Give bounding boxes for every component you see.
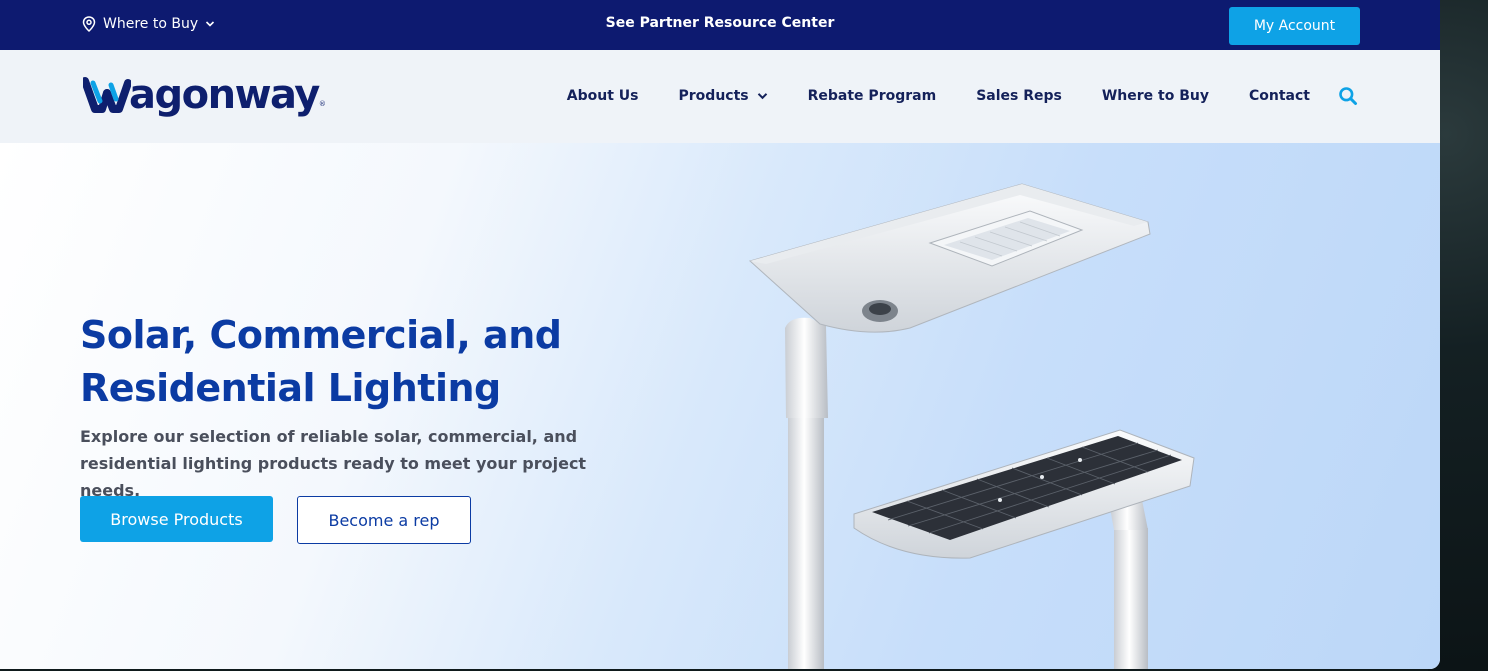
nav-item-about-us[interactable]: About Us xyxy=(567,88,639,104)
logo-w-mark xyxy=(83,77,131,113)
hero-title-line-2: Residential Lighting xyxy=(80,366,501,410)
nav-label: Rebate Program xyxy=(807,88,937,104)
become-a-rep-button[interactable]: Become a rep xyxy=(297,496,471,544)
logo-wordmark: agonway xyxy=(129,72,320,118)
main-header: agonway ® About Us Products Rebate Progr… xyxy=(0,50,1440,143)
hero-text: Solar, Commercial, and Residential Light… xyxy=(80,309,640,504)
nav-label: Contact xyxy=(1249,88,1310,104)
wagonway-logo[interactable]: agonway ® xyxy=(83,70,326,120)
search-icon[interactable] xyxy=(1338,86,1358,106)
nav-item-products[interactable]: Products xyxy=(679,88,768,104)
hero-section: Solar, Commercial, and Residential Light… xyxy=(0,143,1440,669)
browse-products-button[interactable]: Browse Products xyxy=(80,496,273,542)
chevron-down-icon xyxy=(757,93,767,100)
nav-item-where-to-buy[interactable]: Where to Buy xyxy=(1102,88,1209,104)
nav-item-rebate-program[interactable]: Rebate Program xyxy=(808,88,937,104)
hero-description: Explore our selection of reliable solar,… xyxy=(80,427,587,500)
primary-nav: About Us Products Rebate Program Sales R… xyxy=(567,86,1358,106)
nav-item-sales-reps[interactable]: Sales Reps xyxy=(976,88,1062,104)
registered-mark: ® xyxy=(318,100,326,108)
hero-title: Solar, Commercial, and Residential Light… xyxy=(80,309,640,415)
browser-page: Where to Buy See Partner Resource Center… xyxy=(0,0,1440,669)
hero-title-line-1: Solar, Commercial, and xyxy=(80,313,562,357)
nav-item-contact[interactable]: Contact xyxy=(1249,88,1310,104)
my-account-button[interactable]: My Account xyxy=(1229,7,1360,45)
nav-label: Sales Reps xyxy=(976,88,1062,104)
nav-label: Where to Buy xyxy=(1101,88,1209,104)
nav-label: Products xyxy=(678,88,749,104)
utility-bar: Where to Buy See Partner Resource Center… xyxy=(0,0,1440,50)
partner-resource-link[interactable]: See Partner Resource Center xyxy=(0,15,1440,31)
solar-street-lamp-image xyxy=(748,183,1195,669)
nav-label: About Us xyxy=(566,88,639,104)
